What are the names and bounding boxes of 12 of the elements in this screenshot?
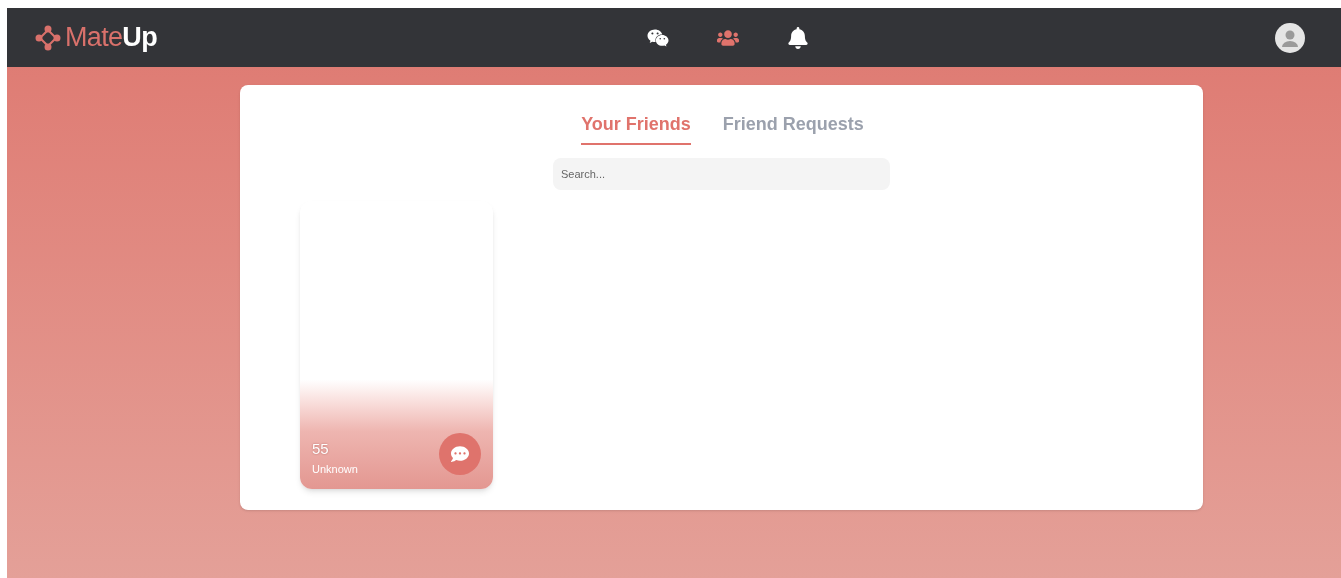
logo-text[interactable]: MateUp <box>65 17 157 58</box>
logo-icon <box>35 24 61 51</box>
bell-icon[interactable] <box>787 26 809 49</box>
friend-card[interactable]: 55 Unknown <box>300 201 493 489</box>
location-text: Unknown <box>312 461 358 477</box>
age-text: 55 <box>312 439 330 459</box>
tab[interactable]: Your Friends <box>581 111 691 145</box>
search-field[interactable]: Search... <box>553 158 890 190</box>
tab[interactable]: Friend Requests <box>722 111 864 145</box>
avatar-icon[interactable] <box>1275 22 1305 53</box>
chat-bubble-icon <box>451 445 469 463</box>
message-button[interactable] <box>439 433 481 475</box>
